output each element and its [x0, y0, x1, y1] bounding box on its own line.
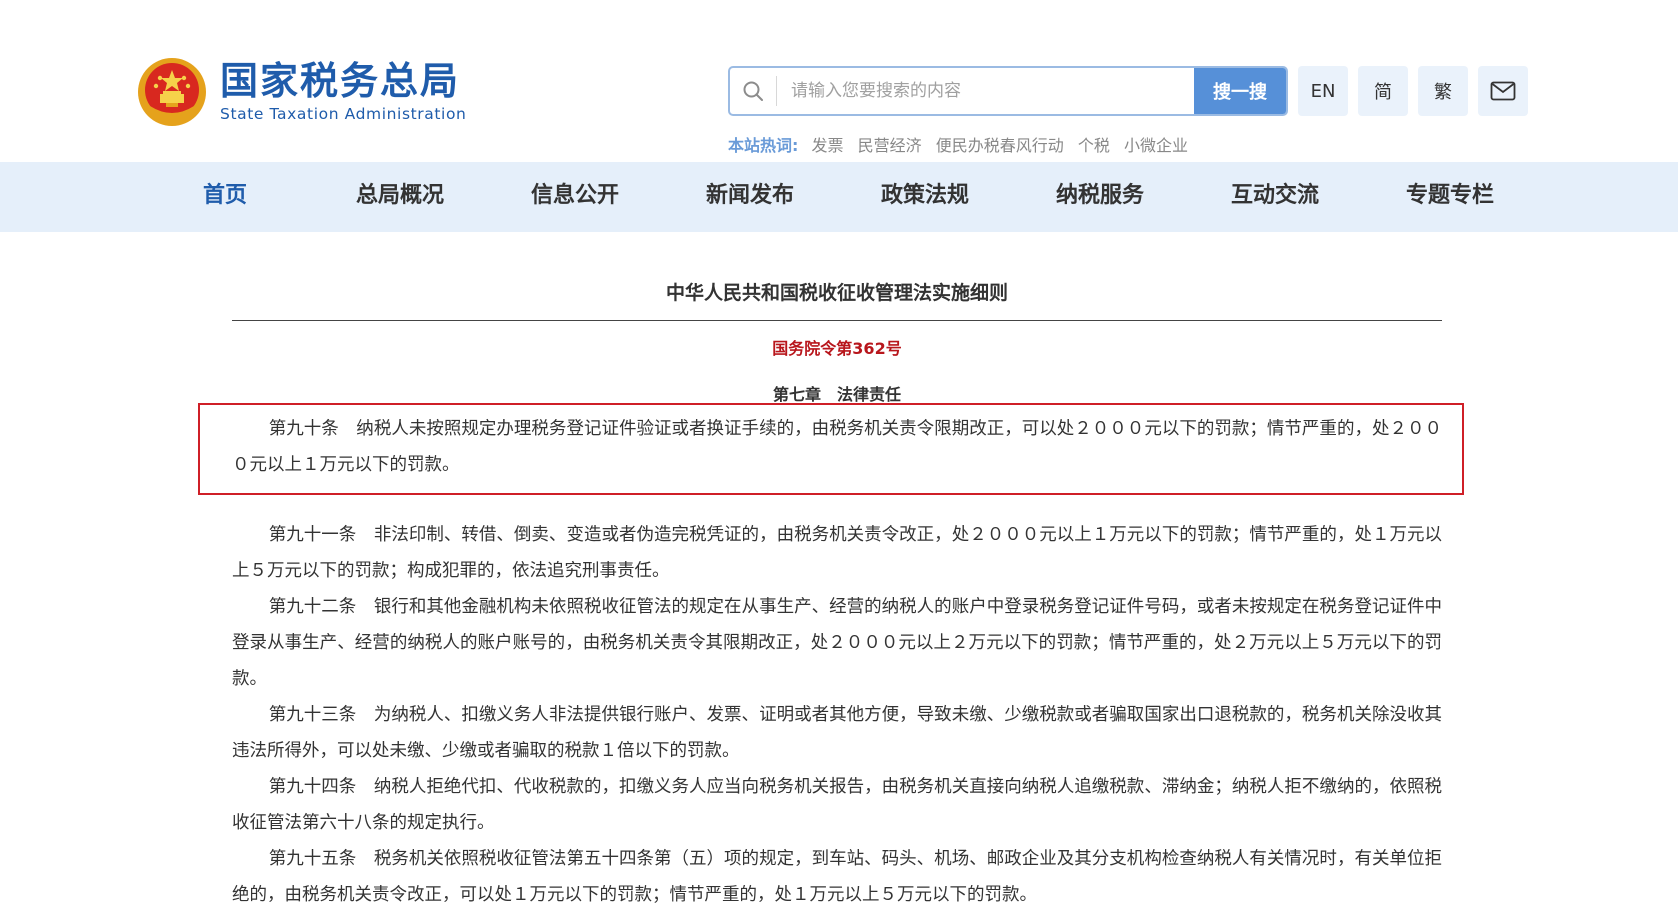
nav-overview[interactable]: 总局概况 — [325, 162, 475, 232]
article-paragraph: 第九十二条 银行和其他金融机构未依照税收征管法的规定在从事生产、经营的纳税人的账… — [232, 597, 1442, 689]
hot-word-link[interactable]: 小微企业 — [1124, 136, 1188, 155]
article-paragraph: 第九十五条 税务机关依照税收征管法第五十四条第（五）项的规定，到车站、码头、机场… — [232, 849, 1442, 905]
article-title: 中华人民共和国税收征收管理法实施细则 — [665, 282, 1008, 304]
nav-special-topics[interactable]: 专题专栏 — [1375, 162, 1525, 232]
hot-words: 本站热词: 发票 民营经济 便民办税春风行动 个税 小微企业 — [728, 132, 1197, 156]
search-box: 搜一搜 — [728, 66, 1288, 116]
chapter-heading: 第七章 法律责任 — [772, 385, 901, 404]
article-paragraph: 第九十四条 纳税人拒绝代扣、代收税款的，扣缴义务人应当向税务机关报告，由税务机关… — [232, 777, 1442, 833]
logo-chinese-text: 国家税务总局 — [220, 58, 461, 103]
site-logo[interactable]: 国家税务总局 State Taxation Administration — [136, 52, 476, 132]
traditional-chinese-button[interactable]: 繁 — [1418, 66, 1468, 116]
nav-tax-service[interactable]: 纳税服务 — [1025, 162, 1175, 232]
hot-word-link[interactable]: 民营经济 — [858, 136, 922, 155]
nav-policy[interactable]: 政策法规 — [850, 162, 1000, 232]
logo-english-text: State Taxation Administration — [220, 105, 467, 123]
title-divider — [232, 320, 1442, 321]
national-emblem-icon — [138, 58, 206, 126]
decree-number: 国务院令第362号 — [772, 339, 902, 358]
site-header: 国家税务总局 State Taxation Administration 搜一搜… — [0, 0, 1678, 162]
mail-icon — [1490, 81, 1516, 101]
search-input[interactable] — [777, 68, 1194, 114]
hot-words-label: 本站热词: — [728, 136, 799, 155]
search-button[interactable]: 搜一搜 — [1194, 68, 1286, 114]
hot-word-link[interactable]: 发票 — [812, 136, 844, 155]
article-paragraph: 第九十一条 非法印制、转借、倒卖、变造或者伪造完税凭证的，由税务机关责令改正，处… — [232, 525, 1442, 581]
simplified-chinese-button[interactable]: 简 — [1358, 66, 1408, 116]
english-version-button[interactable]: EN — [1298, 66, 1348, 116]
article-paragraph: 第九十条 纳税人未按照规定办理税务登记证件验证或者换证手续的，由税务机关责令限期… — [232, 419, 1442, 475]
main-nav: 首页 总局概况 信息公开 新闻发布 政策法规 纳税服务 互动交流 专题专栏 — [0, 162, 1678, 232]
nav-news[interactable]: 新闻发布 — [675, 162, 825, 232]
article-paragraph: 第九十三条 为纳税人、扣缴义务人非法提供银行账户、发票、证明或者其他方便，导致未… — [232, 705, 1442, 761]
nav-interaction[interactable]: 互动交流 — [1200, 162, 1350, 232]
nav-info-disclosure[interactable]: 信息公开 — [500, 162, 650, 232]
search-icon — [730, 76, 777, 106]
mail-button[interactable] — [1478, 66, 1528, 116]
nav-home[interactable]: 首页 — [150, 162, 300, 232]
hot-word-link[interactable]: 便民办税春风行动 — [936, 136, 1064, 155]
hot-word-link[interactable]: 个税 — [1078, 136, 1110, 155]
